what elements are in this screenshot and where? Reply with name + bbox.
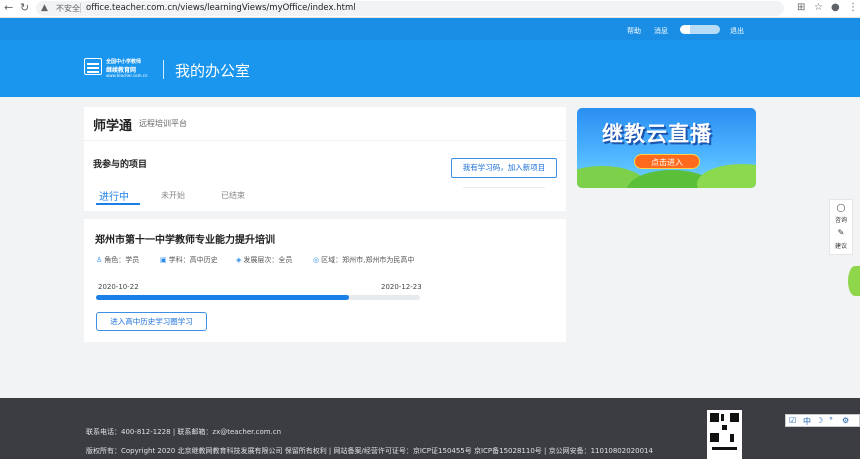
moon-icon[interactable]: ☽: [816, 416, 823, 425]
join-underline: [463, 187, 545, 188]
footer-copyright: 版权所有：Copyright 2020 北京继教网教育科技发展有限公司 保留所有…: [86, 447, 653, 455]
ime-mode-icon[interactable]: ☑: [789, 416, 796, 425]
project-region: ◎ 区域：郑州市,郑州市为民高中: [313, 255, 414, 265]
location-pin-icon: ◎: [313, 256, 320, 264]
tab-in-progress[interactable]: 进行中: [99, 188, 129, 203]
brand-name: 师学通: [93, 119, 133, 134]
settings-icon[interactable]: ⚙: [842, 416, 849, 425]
region-text: 区域：郑州市,郑州市为民高中: [321, 256, 415, 264]
side-toolbar: ◯ 咨询 ✎ 建议: [829, 199, 853, 255]
browser-toolbar: ← ↻ ▲ 不安全 office.teacher.com.cn/views/le…: [0, 0, 860, 18]
subject-text: 学科：高中历史: [168, 256, 218, 264]
reload-icon[interactable]: ↻: [20, 1, 29, 15]
start-date: 2020-10-22: [98, 283, 139, 291]
page-title: 我的办公室: [175, 62, 251, 80]
url-separator: [80, 3, 81, 13]
project-level: ◈ 发展层次：全员: [236, 255, 292, 265]
end-date: 2020-12-23: [381, 283, 422, 291]
consult-label[interactable]: 咨询: [830, 215, 852, 224]
book-icon: ▣: [160, 256, 167, 264]
level-text: 发展层次：全员: [243, 256, 293, 264]
banner-title: 继教云直播: [602, 122, 712, 146]
project-title[interactable]: 郑州市第十一中学教师专业能力提升培训: [95, 231, 275, 246]
tab-not-started[interactable]: 未开始: [161, 190, 185, 201]
more-menu-icon[interactable]: ⋮: [848, 1, 858, 15]
mascot-icon[interactable]: [848, 266, 860, 296]
header-divider: [163, 60, 164, 79]
banner-enter-button[interactable]: 点击进入: [634, 154, 700, 169]
footer-contact: 联系电话：400-812-1228 | 联系邮箱：zx@teacher.com.…: [86, 428, 282, 436]
user-icon: ♙: [96, 256, 103, 264]
project-subject: ▣ 学科：高中历史: [160, 255, 218, 265]
active-tab-indicator: [96, 203, 140, 205]
bookmark-star-icon[interactable]: ☆: [814, 1, 823, 15]
translate-icon[interactable]: ⊞: [797, 1, 805, 15]
project-role: ♙ 角色：学员: [96, 255, 139, 265]
layers-icon: ◈: [236, 256, 242, 264]
profile-icon[interactable]: ●: [831, 1, 840, 15]
ime-tray[interactable]: ☑ 中 ☽ ° ⚙: [785, 414, 860, 427]
role-text: 角色：学员: [104, 256, 140, 264]
tab-ended[interactable]: 已结束: [221, 190, 245, 201]
join-project-button[interactable]: 我有学习码，加入新项目: [451, 158, 557, 178]
logout-link[interactable]: 退出: [730, 26, 744, 36]
site-logo-icon[interactable]: [84, 58, 102, 75]
suggest-label[interactable]: 建议: [830, 241, 852, 250]
help-link[interactable]: 帮助: [627, 26, 641, 36]
ime-lang[interactable]: 中: [803, 416, 811, 427]
back-arrow-icon[interactable]: ←: [4, 1, 13, 15]
user-avatar-name[interactable]: [680, 25, 720, 34]
qr-code-icon: [707, 410, 742, 459]
chat-icon[interactable]: ◯: [830, 203, 852, 212]
messages-link[interactable]: 消息: [654, 26, 668, 36]
enter-study-button[interactable]: 进入高中历史学习圈学习: [96, 312, 207, 331]
insecure-label[interactable]: 不安全: [56, 3, 80, 14]
url-text[interactable]: office.teacher.com.cn/views/learningView…: [86, 3, 356, 13]
pen-icon[interactable]: ✎: [830, 228, 852, 237]
projects-heading: 我参与的项目: [93, 160, 148, 170]
brand-subtitle: 远程培训平台: [139, 119, 187, 128]
warning-icon[interactable]: ▲: [41, 2, 48, 14]
logo-url: www.teacher.com.cn: [106, 73, 148, 78]
progress-fill: [96, 295, 349, 300]
logo-line1: 全国中小学教师: [106, 59, 142, 65]
punctuation-icon[interactable]: °: [829, 416, 833, 425]
